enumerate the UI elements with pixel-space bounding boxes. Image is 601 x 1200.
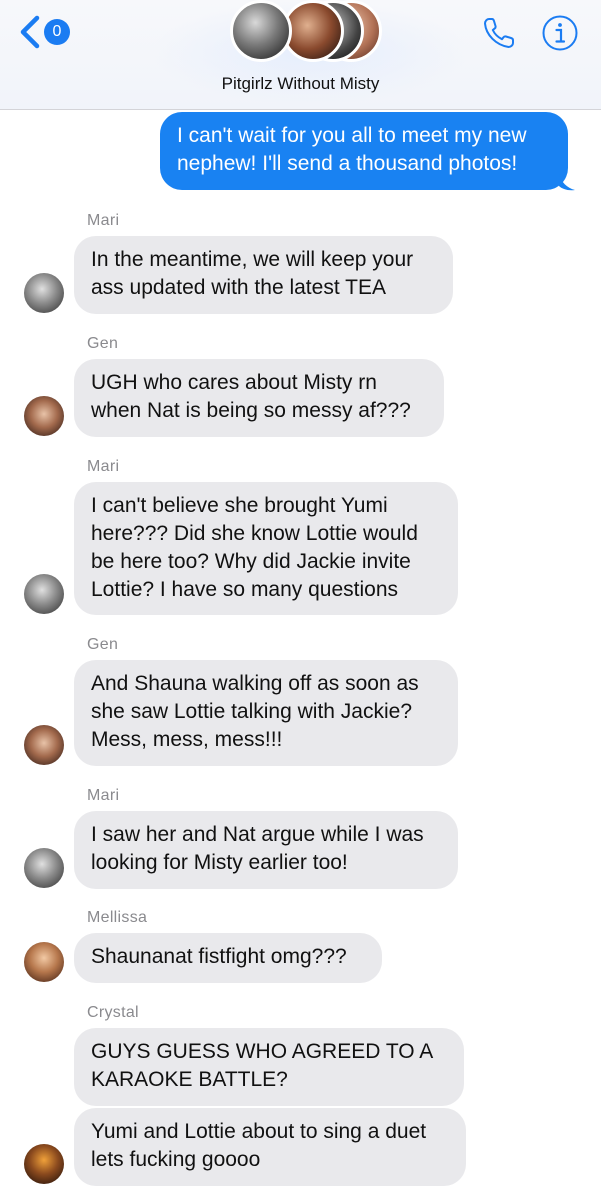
incoming-message-bubble[interactable]: In the meantime, we will keep your ass u… — [74, 236, 453, 314]
sender-name: Mari — [87, 458, 120, 475]
incoming-message-bubble[interactable]: I can't believe she brought Yumi here???… — [74, 482, 458, 615]
incoming-message-bubble[interactable]: GUYS GUESS WHO AGREED TO A KARAOKE BATTL… — [74, 1028, 464, 1106]
conversation-header: 0 Pitgirlz Without Misty — [0, 0, 601, 110]
sender-name: Crystal — [87, 1004, 139, 1021]
sender-name: Gen — [87, 335, 119, 352]
incoming-message-bubble[interactable]: UGH who cares about Misty rn when Nat is… — [74, 359, 444, 437]
group-avatar-stack[interactable] — [228, 0, 382, 64]
sender-name: Mari — [87, 787, 120, 804]
incoming-message-bubble[interactable]: I saw her and Nat argue while I was look… — [74, 811, 458, 889]
sender-avatar[interactable] — [24, 574, 64, 614]
back-chevron-icon — [20, 15, 40, 49]
phone-icon[interactable] — [480, 14, 518, 52]
outgoing-message-bubble[interactable]: I can't wait for you all to meet my new … — [160, 112, 568, 190]
message-thread[interactable]: I can't wait for you all to meet my new … — [0, 110, 601, 1200]
sender-name: Gen — [87, 636, 119, 653]
incoming-message-bubble[interactable]: Yumi and Lottie about to sing a duet let… — [74, 1108, 466, 1186]
group-member-avatar — [230, 0, 292, 62]
incoming-message-bubble[interactable]: Shaunanat fistfight omg??? — [74, 933, 382, 983]
group-name[interactable]: Pitgirlz Without Misty — [0, 74, 601, 94]
sender-avatar[interactable] — [24, 396, 64, 436]
sender-avatar[interactable] — [24, 942, 64, 982]
info-icon[interactable] — [541, 14, 579, 52]
sender-avatar[interactable] — [24, 725, 64, 765]
sender-name: Mellissa — [87, 909, 148, 926]
back-button[interactable]: 0 — [18, 12, 78, 52]
unread-count-badge: 0 — [44, 19, 70, 45]
sender-avatar[interactable] — [24, 1144, 64, 1184]
sender-name: Mari — [87, 212, 120, 229]
sender-avatar[interactable] — [24, 848, 64, 888]
incoming-message-bubble[interactable]: And Shauna walking off as soon as she sa… — [74, 660, 458, 766]
bubble-tail — [559, 174, 575, 191]
sender-avatar[interactable] — [24, 273, 64, 313]
